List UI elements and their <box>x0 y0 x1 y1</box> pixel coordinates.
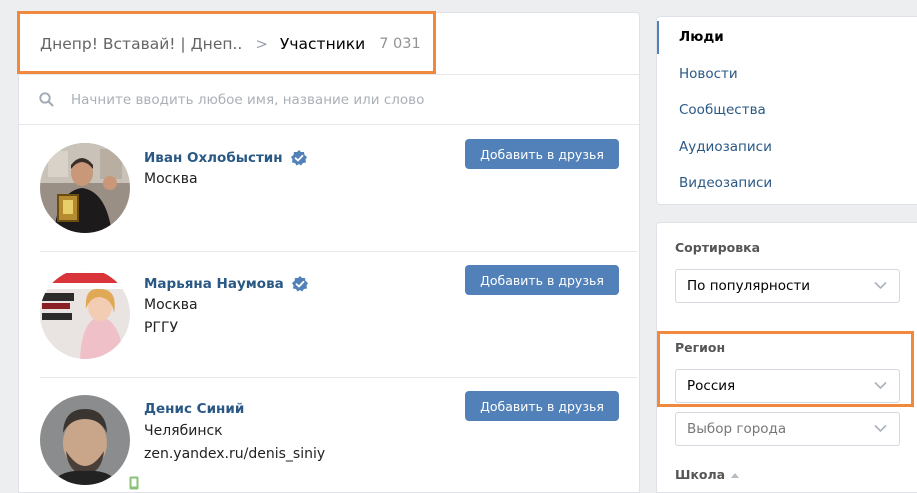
nav-item-video[interactable]: Видеозаписи <box>657 165 917 202</box>
city-placeholder: Выбор города <box>687 421 787 437</box>
add-friend-button[interactable]: Добавить в друзья <box>465 139 619 169</box>
avatar[interactable] <box>40 395 130 485</box>
nav-item-communities[interactable]: Сообщества <box>657 92 917 129</box>
search-bar[interactable] <box>19 75 639 125</box>
member-city: Челябинск <box>144 423 223 439</box>
search-icon <box>39 92 54 107</box>
list-item: Денис Синий Челябинск zen.yandex.ru/deni… <box>40 378 637 492</box>
chevron-down-icon <box>874 424 887 433</box>
members-panel: Днепр! Вставай! | Днеп.. > Участники 7 0… <box>18 12 640 493</box>
sort-value: По популярности <box>687 278 811 294</box>
verified-icon <box>290 150 307 166</box>
member-city: Москва <box>144 297 198 313</box>
nav-item-news[interactable]: Новости <box>657 56 917 93</box>
breadcrumb-current: Участники <box>279 34 366 53</box>
search-input[interactable] <box>71 91 591 108</box>
chevron-down-icon <box>874 381 887 390</box>
mobile-online-icon <box>126 474 142 492</box>
name-line: Иван Охлобыстин <box>144 149 308 167</box>
nav-item-audio[interactable]: Аудиозаписи <box>657 129 917 166</box>
collapse-arrow-icon <box>731 473 740 478</box>
city-select[interactable]: Выбор города <box>675 412 900 446</box>
avatar[interactable] <box>40 269 130 359</box>
member-name-link[interactable]: Иван Охлобыстин <box>144 150 283 166</box>
list-item: Марьяна Наумова Москва РГГУ Добавить в д… <box>40 252 637 378</box>
region-label: Регион <box>675 340 726 355</box>
nav-item-people[interactable]: Люди <box>657 19 917 56</box>
member-name-link[interactable]: Марьяна Наумова <box>144 276 284 292</box>
list-item: Иван Охлобыстин Москва Добавить в друзья <box>40 126 637 252</box>
breadcrumb-group-link[interactable]: Днепр! Вставай! | Днеп.. <box>40 35 242 53</box>
sort-label: Сортировка <box>675 240 761 255</box>
member-website: zen.yandex.ru/denis_siniy <box>144 446 326 462</box>
name-line: Денис Синий <box>144 401 244 417</box>
breadcrumb: Днепр! Вставай! | Днеп.. > Участники 7 0… <box>19 13 639 75</box>
member-university: РГГУ <box>144 320 179 336</box>
member-city: Москва <box>144 171 198 187</box>
school-filter-toggle[interactable]: Школа <box>675 467 740 482</box>
breadcrumb-separator-icon: > <box>255 34 268 53</box>
add-friend-button[interactable]: Добавить в друзья <box>465 391 619 421</box>
chevron-down-icon <box>874 281 887 290</box>
region-select[interactable]: Россия <box>675 369 900 403</box>
sort-select[interactable]: По популярности <box>675 269 900 303</box>
member-count: 7 031 <box>379 35 421 52</box>
avatar[interactable] <box>40 143 130 233</box>
search-section-nav: Люди Новости Сообщества Аудиозаписи Виде… <box>656 16 917 205</box>
name-line: Марьяна Наумова <box>144 275 309 293</box>
region-value: Россия <box>687 378 736 394</box>
member-name-link[interactable]: Денис Синий <box>144 401 244 417</box>
verified-icon <box>291 276 308 292</box>
school-label: Школа <box>675 467 726 482</box>
add-friend-button[interactable]: Добавить в друзья <box>465 265 619 295</box>
filters-panel: Сортировка По популярности Регион Россия… <box>656 222 917 493</box>
